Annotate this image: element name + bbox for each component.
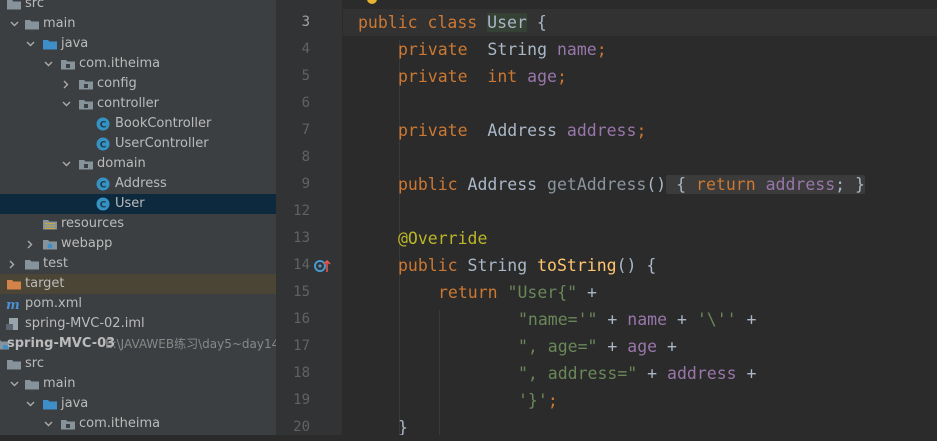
svg-text:C: C — [100, 141, 107, 151]
code-line-9[interactable]: public Address getAddress() { return add… — [398, 171, 865, 198]
package-icon — [78, 74, 94, 94]
code-line-15[interactable]: return "User{" + — [438, 279, 597, 306]
indent-guide — [439, 310, 440, 435]
tree-item-config[interactable]: config — [0, 74, 276, 94]
package-icon — [78, 94, 94, 114]
tree-item-address[interactable]: C Address — [0, 174, 276, 194]
project-tree[interactable]: src main java com.itheima config control… — [0, 0, 276, 435]
folder-icon — [24, 254, 40, 274]
module-path: E:\JAVAWEB练习\day5~day14 — [105, 337, 276, 351]
chevron-down-icon[interactable] — [42, 54, 54, 74]
tree-item-target[interactable]: target — [0, 274, 276, 294]
code-line-13[interactable]: @Override — [398, 225, 487, 252]
line-number: 18 — [293, 365, 310, 381]
svg-text:C: C — [100, 201, 107, 211]
svg-text:C: C — [100, 181, 107, 191]
code-editor[interactable]: public class User { private String name;… — [343, 0, 937, 435]
module-file-icon — [6, 314, 22, 334]
line-number: 14 — [293, 257, 310, 273]
chevron-down-icon[interactable] — [60, 154, 72, 174]
tree-item-bookcontroller[interactable]: C BookController — [0, 114, 276, 134]
tree-item-webapp[interactable]: webapp — [0, 234, 276, 254]
line-number: 6 — [301, 95, 310, 111]
tree-item-user[interactable]: C User — [0, 194, 276, 214]
tree-item-iml-file[interactable]: spring-MVC-02.iml — [0, 314, 276, 334]
tree-item-test[interactable]: test — [0, 254, 276, 274]
web-folder-icon — [42, 234, 58, 254]
tree-item-com-itheima[interactable]: com.itheima — [0, 54, 276, 74]
source-folder-icon — [42, 34, 58, 54]
chevron-down-icon[interactable] — [24, 394, 36, 414]
class-icon: C — [96, 134, 112, 154]
line-number: 3 — [301, 14, 310, 30]
chevron-down-icon[interactable] — [24, 34, 36, 54]
chevron-down-icon[interactable] — [8, 374, 20, 394]
line-number: 15 — [293, 284, 310, 300]
line-number: 19 — [293, 392, 310, 408]
line-number: 20 — [293, 419, 310, 435]
chevron-right-icon[interactable] — [24, 234, 36, 254]
line-number: 9 — [301, 176, 310, 192]
lightbulb-icon[interactable] — [367, 0, 377, 4]
tree-item-src-2[interactable]: src — [0, 354, 276, 374]
class-icon: C — [96, 114, 112, 134]
code-line-7[interactable]: private Address address; — [398, 117, 646, 144]
tree-item-controller[interactable]: controller — [0, 94, 276, 114]
tree-item-java[interactable]: java — [0, 34, 276, 54]
package-icon — [60, 54, 76, 74]
code-line-5[interactable]: private int age; — [398, 63, 567, 90]
svg-text:C: C — [100, 121, 107, 131]
chevron-right-icon[interactable] — [60, 74, 72, 94]
package-icon — [60, 414, 76, 434]
code-line-19[interactable]: '}'; — [518, 387, 558, 414]
code-line-17[interactable]: ", age=" + age + — [518, 333, 677, 360]
line-number: 16 — [293, 311, 310, 327]
maven-icon: m — [6, 294, 22, 314]
class-icon: C — [96, 194, 112, 214]
code-line-20[interactable]: } — [398, 414, 408, 435]
folder-icon — [24, 374, 40, 394]
module-name: spring-MVC-03 — [7, 336, 116, 351]
editor-gutter[interactable]: 2 3 4 5 6 7 8 9 12 13 14 15 16 17 18 19 … — [282, 0, 356, 435]
resources-folder-icon — [42, 214, 58, 234]
excluded-folder-icon — [6, 274, 22, 294]
chevron-down-icon[interactable] — [42, 414, 54, 434]
code-line-16[interactable]: "name='" + name + '\'' + — [518, 306, 756, 333]
package-icon — [78, 154, 94, 174]
tree-item-src[interactable]: src — [0, 0, 276, 14]
line-number: 13 — [293, 230, 310, 246]
tree-item-pom-xml[interactable]: m pom.xml — [0, 294, 276, 314]
tree-item-main[interactable]: main — [0, 14, 276, 34]
class-icon: C — [96, 174, 112, 194]
tree-item-com-itheima-2[interactable]: com.itheima — [0, 414, 276, 434]
code-line-18[interactable]: ", address=" + address + — [518, 360, 756, 387]
chevron-right-icon[interactable] — [6, 254, 18, 274]
folder-icon — [24, 14, 40, 34]
tree-item-java-2[interactable]: java — [0, 394, 276, 414]
line-number: 5 — [301, 68, 310, 84]
chevron-down-icon[interactable] — [60, 94, 72, 114]
tree-item-resources[interactable]: resources — [0, 214, 276, 234]
tree-item-usercontroller[interactable]: C UserController — [0, 134, 276, 154]
source-folder-icon — [42, 394, 58, 414]
chevron-down-icon[interactable] — [8, 14, 20, 34]
tree-item-main-2[interactable]: main — [0, 374, 276, 394]
override-method-icon[interactable] — [314, 258, 332, 274]
line-number: 12 — [293, 203, 310, 219]
folder-icon — [6, 0, 22, 14]
code-line-14[interactable]: public String toString() { — [398, 252, 656, 279]
line-number: 7 — [301, 122, 310, 138]
tree-item-domain[interactable]: domain — [0, 154, 276, 174]
line-number: 17 — [293, 338, 310, 354]
code-line-4[interactable]: private String name; — [398, 36, 607, 63]
folder-icon — [6, 354, 22, 374]
tree-item-module-spring-mvc-03[interactable]: spring-MVC-03 E:\JAVAWEB练习\day5~day14 — [0, 334, 276, 354]
svg-text:m: m — [6, 298, 20, 311]
line-number: 4 — [301, 41, 310, 57]
line-number: 8 — [301, 149, 310, 165]
code-line-3[interactable]: public class User { — [358, 9, 547, 36]
folded-region[interactable]: { return address; } — [666, 175, 865, 194]
